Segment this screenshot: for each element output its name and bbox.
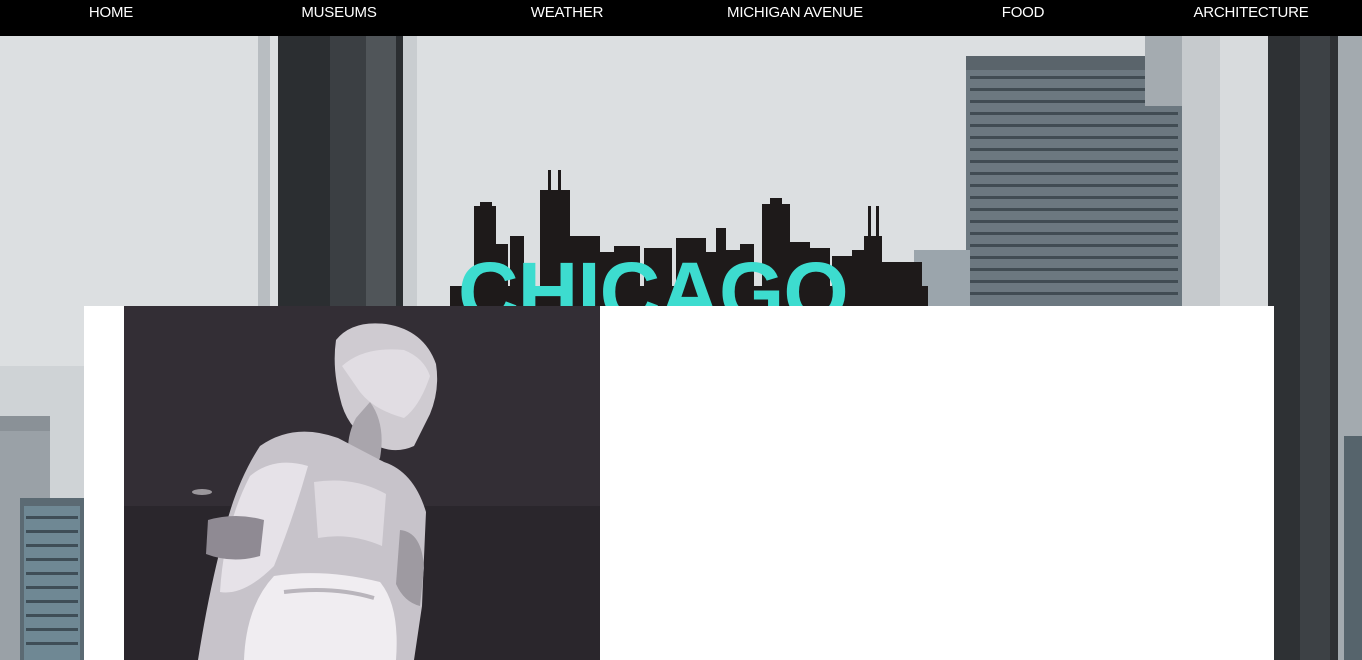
nav-home-link[interactable]: HOME [89,0,133,26]
content-card [84,306,1274,660]
top-nav: HOME MUSEUMS WEATHER MICHIGAN AVENUE FOO… [0,0,1362,36]
nav-michigan-avenue-link[interactable]: MICHIGAN AVENUE [727,0,863,26]
statue-image [124,306,600,660]
nav-architecture-link[interactable]: ARCHITECTURE [1193,0,1308,26]
nav-weather-link[interactable]: WEATHER [531,0,604,26]
statue-photo [124,306,600,660]
nav-museums-link[interactable]: MUSEUMS [301,0,376,26]
chicago-skyline-logo: CHICAGO [444,166,928,306]
logo-title: CHICAGO [458,245,849,306]
nav-food-link[interactable]: FOOD [1002,0,1045,26]
